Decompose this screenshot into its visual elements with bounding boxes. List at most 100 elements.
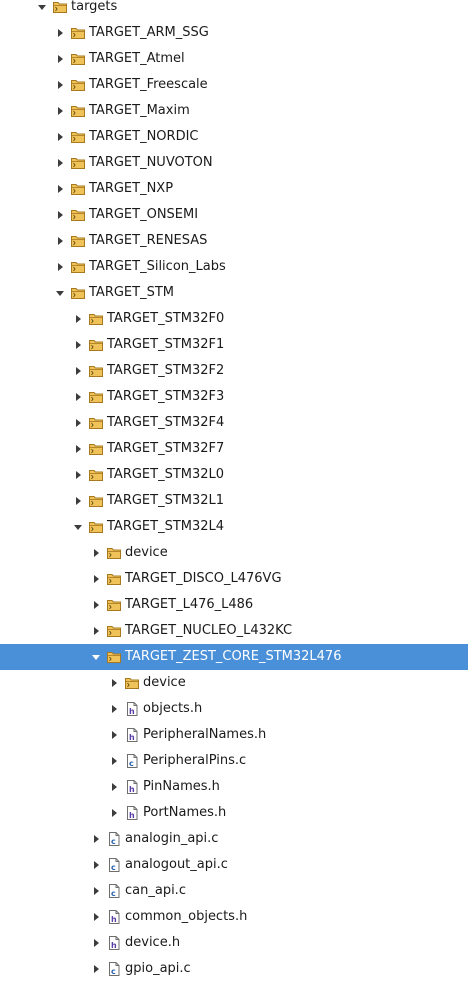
header-file-icon: h: [124, 805, 140, 821]
collapsed-arrow-icon[interactable]: [108, 800, 120, 826]
tree-item-target-stm32f3[interactable]: TARGET_STM32F3: [0, 384, 468, 410]
collapsed-arrow-icon[interactable]: [54, 124, 66, 150]
tree-item-targets[interactable]: targets: [0, 0, 468, 20]
collapsed-arrow-icon[interactable]: [108, 696, 120, 722]
tree-item-device[interactable]: device: [0, 540, 468, 566]
collapsed-arrow-icon[interactable]: [54, 150, 66, 176]
tree-item-analogout-api-c[interactable]: c analogout_api.c: [0, 852, 468, 878]
folder-icon: [106, 571, 122, 587]
tree-item-target-stm[interactable]: TARGET_STM: [0, 280, 468, 306]
tree-item-target-nuvoton[interactable]: TARGET_NUVOTON: [0, 150, 468, 176]
collapsed-arrow-icon[interactable]: [54, 176, 66, 202]
expanded-arrow-icon[interactable]: [90, 644, 102, 670]
tree-item-target-renesas[interactable]: TARGET_RENESAS: [0, 228, 468, 254]
svg-text:c: c: [111, 837, 116, 846]
collapsed-arrow-icon[interactable]: [72, 410, 84, 436]
tree-item-target-nxp[interactable]: TARGET_NXP: [0, 176, 468, 202]
header-file-icon: h: [124, 701, 140, 717]
folder-icon: [88, 363, 104, 379]
tree-item-pinnames-h[interactable]: h PinNames.h: [0, 774, 468, 800]
collapsed-arrow-icon[interactable]: [90, 826, 102, 852]
collapsed-arrow-icon[interactable]: [72, 306, 84, 332]
folder-icon: [106, 597, 122, 613]
tree-item-can-api-c[interactable]: c can_api.c: [0, 878, 468, 904]
tree-item-target-stm32f2[interactable]: TARGET_STM32F2: [0, 358, 468, 384]
collapsed-arrow-icon[interactable]: [90, 592, 102, 618]
tree-item-target-zest-core-stm32l476[interactable]: TARGET_ZEST_CORE_STM32L476: [0, 644, 468, 670]
tree-item-label: TARGET_ARM_SSG: [89, 25, 209, 40]
tree-item-target-stm32f4[interactable]: TARGET_STM32F4: [0, 410, 468, 436]
svg-text:c: c: [111, 967, 116, 976]
collapsed-arrow-icon[interactable]: [108, 774, 120, 800]
expanded-arrow-icon[interactable]: [72, 514, 84, 540]
collapsed-arrow-icon[interactable]: [54, 202, 66, 228]
tree-item-label: TARGET_Freescale: [89, 77, 208, 92]
collapsed-arrow-icon[interactable]: [90, 618, 102, 644]
open-folder-icon: [106, 649, 122, 665]
tree-item-target-maxim[interactable]: TARGET_Maxim: [0, 98, 468, 124]
tree-item-label: gpio_api.c: [125, 961, 191, 976]
svg-text:c: c: [111, 889, 116, 898]
collapsed-arrow-icon[interactable]: [90, 566, 102, 592]
collapsed-arrow-icon[interactable]: [90, 904, 102, 930]
tree-item-target-stm32f1[interactable]: TARGET_STM32F1: [0, 332, 468, 358]
folder-icon: [88, 337, 104, 353]
folder-icon: [70, 77, 86, 93]
collapsed-arrow-icon[interactable]: [72, 384, 84, 410]
header-file-icon: h: [106, 935, 122, 951]
tree-item-peripheralnames-h[interactable]: h PeripheralNames.h: [0, 722, 468, 748]
tree-item-target-nucleo-l432kc[interactable]: TARGET_NUCLEO_L432KC: [0, 618, 468, 644]
tree-item-target-stm32l0[interactable]: TARGET_STM32L0: [0, 462, 468, 488]
collapsed-arrow-icon[interactable]: [108, 670, 120, 696]
collapsed-arrow-icon[interactable]: [72, 332, 84, 358]
c-source-file-icon: c: [106, 883, 122, 899]
tree-item-device-h[interactable]: h device.h: [0, 930, 468, 956]
collapsed-arrow-icon[interactable]: [54, 228, 66, 254]
collapsed-arrow-icon[interactable]: [72, 358, 84, 384]
tree-item-target-disco-l476vg[interactable]: TARGET_DISCO_L476VG: [0, 566, 468, 592]
tree-item-analogin-api-c[interactable]: c analogin_api.c: [0, 826, 468, 852]
tree-item-target-stm32l4[interactable]: TARGET_STM32L4: [0, 514, 468, 540]
collapsed-arrow-icon[interactable]: [72, 436, 84, 462]
header-file-icon: h: [106, 909, 122, 925]
collapsed-arrow-icon[interactable]: [90, 956, 102, 982]
tree-item-common-objects-h[interactable]: h common_objects.h: [0, 904, 468, 930]
collapsed-arrow-icon[interactable]: [54, 98, 66, 124]
tree-item-peripheralpins-c[interactable]: c PeripheralPins.c: [0, 748, 468, 774]
collapsed-arrow-icon[interactable]: [108, 748, 120, 774]
collapsed-arrow-icon[interactable]: [72, 462, 84, 488]
tree-item-target-nordic[interactable]: TARGET_NORDIC: [0, 124, 468, 150]
collapsed-arrow-icon[interactable]: [72, 488, 84, 514]
collapsed-arrow-icon[interactable]: [90, 930, 102, 956]
collapsed-arrow-icon[interactable]: [54, 46, 66, 72]
collapsed-arrow-icon[interactable]: [90, 878, 102, 904]
folder-icon: [70, 181, 86, 197]
expanded-arrow-icon[interactable]: [54, 280, 66, 306]
tree-item-target-silicon-labs[interactable]: TARGET_Silicon_Labs: [0, 254, 468, 280]
open-folder-icon: [70, 285, 86, 301]
tree-item-label: TARGET_STM32F3: [107, 389, 225, 404]
tree-item-label: TARGET_Maxim: [89, 103, 190, 118]
expanded-arrow-icon[interactable]: [36, 0, 48, 20]
folder-icon: [70, 155, 86, 171]
tree-item-target-l476-l486[interactable]: TARGET_L476_L486: [0, 592, 468, 618]
collapsed-arrow-icon[interactable]: [90, 852, 102, 878]
tree-item-portnames-h[interactable]: h PortNames.h: [0, 800, 468, 826]
tree-item-target-arm-ssg[interactable]: TARGET_ARM_SSG: [0, 20, 468, 46]
collapsed-arrow-icon[interactable]: [90, 540, 102, 566]
tree-item-target-stm32l1[interactable]: TARGET_STM32L1: [0, 488, 468, 514]
tree-item-target-atmel[interactable]: TARGET_Atmel: [0, 46, 468, 72]
tree-item-target-freescale[interactable]: TARGET_Freescale: [0, 72, 468, 98]
tree-item-target-onsemi[interactable]: TARGET_ONSEMI: [0, 202, 468, 228]
collapsed-arrow-icon[interactable]: [54, 254, 66, 280]
tree-item-gpio-api-c[interactable]: c gpio_api.c: [0, 956, 468, 982]
open-folder-icon: [52, 0, 68, 15]
collapsed-arrow-icon[interactable]: [54, 20, 66, 46]
tree-item-objects-h[interactable]: h objects.h: [0, 696, 468, 722]
collapsed-arrow-icon[interactable]: [108, 722, 120, 748]
collapsed-arrow-icon[interactable]: [54, 72, 66, 98]
tree-item-device[interactable]: device: [0, 670, 468, 696]
tree-item-target-stm32f0[interactable]: TARGET_STM32F0: [0, 306, 468, 332]
tree-item-target-stm32f7[interactable]: TARGET_STM32F7: [0, 436, 468, 462]
folder-icon: [70, 129, 86, 145]
